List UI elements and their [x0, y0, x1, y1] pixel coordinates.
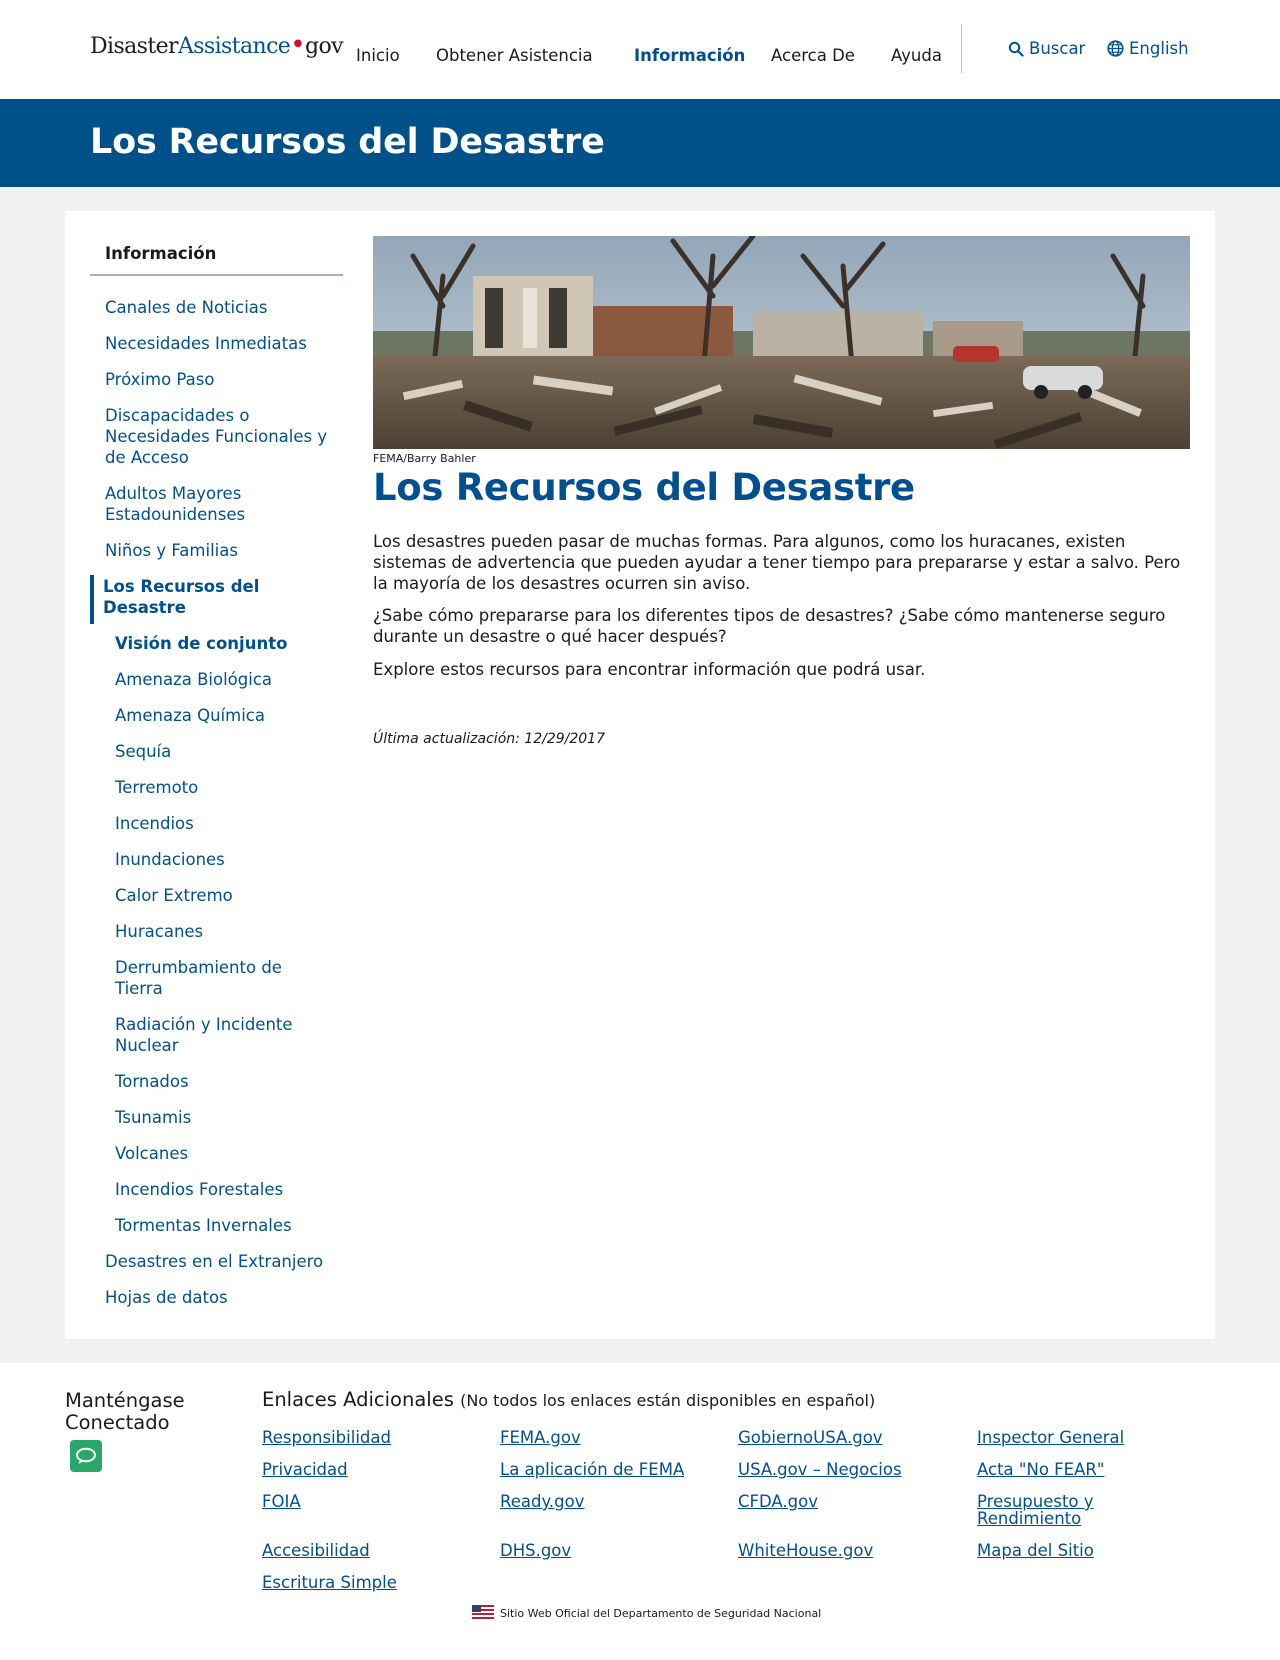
sidebar-item-desastres-en-el-extranjero[interactable]: Desastres en el Extranjero	[105, 1251, 323, 1272]
stay-connected-line: Manténgase	[65, 1389, 185, 1412]
sidebar-title: Información	[105, 244, 217, 263]
sidebar-item-label-line: Nuclear	[115, 1036, 179, 1055]
footer-link-accesibilidad[interactable]: Accesibilidad	[262, 1542, 370, 1559]
footer-link-gobiernousa[interactable]: GobiernoUSA.gov	[738, 1429, 883, 1446]
sidebar-item-label-line: Adultos Mayores	[105, 484, 242, 503]
official-site-text: Sitio Web Oficial del Departamento de Se…	[500, 1607, 822, 1620]
search-label: Buscar	[1029, 39, 1086, 58]
footer-link-ready[interactable]: Ready.gov	[500, 1493, 584, 1510]
us-flag-icon	[472, 1605, 494, 1622]
sidebar-subitem-huracanes[interactable]: Huracanes	[115, 921, 203, 942]
sidebar-subitem-radiacion-incidente-nuclear[interactable]: Radiación y Incidente Nuclear	[115, 1014, 293, 1056]
nav-acerca-de[interactable]: Acerca De	[771, 46, 855, 65]
nav-obtener-asistencia[interactable]: Obtener Asistencia	[436, 46, 593, 65]
sidebar-subitem-tormentas-invernales[interactable]: Tormentas Invernales	[115, 1215, 292, 1236]
sidebar-subitem-incendios-forestales[interactable]: Incendios Forestales	[115, 1179, 283, 1200]
sidebar-item-label-line: Estadounidenses	[105, 505, 246, 524]
sidebar-item-adultos-mayores[interactable]: Adultos Mayores Estadounidenses	[105, 483, 245, 525]
sidebar-item-ninos-y-familias[interactable]: Niños y Familias	[105, 540, 238, 561]
sidebar-active-indicator	[90, 575, 94, 624]
footer-link-label-line: Presupuesto y	[977, 1492, 1094, 1511]
sidebar-item-label-line: Desastre	[103, 598, 186, 617]
nav-divider	[961, 24, 962, 73]
footer-link-presupuesto-rendimiento[interactable]: Presupuesto y Rendimiento	[977, 1493, 1094, 1527]
official-site-notice: Sitio Web Oficial del Departamento de Se…	[472, 1605, 821, 1622]
chat-bubble-icon[interactable]	[70, 1440, 102, 1472]
sidebar-subitem-tsunamis[interactable]: Tsunamis	[115, 1107, 191, 1128]
sidebar-subitem-volcanes[interactable]: Volcanes	[115, 1143, 188, 1164]
sidebar-item-hojas-de-datos[interactable]: Hojas de datos	[105, 1287, 228, 1308]
sidebar-item-label-line: de Acceso	[105, 448, 189, 467]
footer-link-foia[interactable]: FOIA	[262, 1493, 301, 1510]
sidebar-subitem-terremoto[interactable]: Terremoto	[115, 777, 198, 798]
footer-link-escritura-simple[interactable]: Escritura Simple	[262, 1574, 397, 1591]
sidebar-item-discapacidades[interactable]: Discapacidades o Necesidades Funcionales…	[105, 405, 327, 468]
sidebar-subitem-tornados[interactable]: Tornados	[115, 1071, 189, 1092]
intro-paragraph: Los desastres pueden pasar de muchas for…	[373, 532, 1181, 593]
footer-link-no-fear-act[interactable]: Acta "No FEAR"	[977, 1461, 1104, 1478]
sidebar-item-label-line: Necesidades Funcionales y	[105, 427, 328, 446]
questions-paragraph: ¿Sabe cómo prepararse para los diferente…	[373, 606, 1166, 646]
page-title: Los Recursos del Desastre	[373, 466, 915, 509]
sidebar-divider	[90, 274, 343, 276]
footer-link-privacidad[interactable]: Privacidad	[262, 1461, 348, 1478]
sidebar-subitem-vision-de-conjunto[interactable]: Visión de conjunto	[115, 633, 287, 654]
last-updated: Última actualización: 12/29/2017	[373, 731, 605, 747]
footer-link-cfda[interactable]: CFDA.gov	[738, 1493, 818, 1510]
sidebar-subitem-derrumbamiento-de-tierra[interactable]: Derrumbamiento de Tierra	[115, 957, 282, 999]
sidebar-subitem-amenaza-biologica[interactable]: Amenaza Biológica	[115, 669, 272, 690]
nav-inicio[interactable]: Inicio	[356, 46, 400, 65]
explore-paragraph: Explore estos recursos para encontrar in…	[373, 660, 926, 679]
footer-link-inspector-general[interactable]: Inspector General	[977, 1429, 1124, 1446]
search-icon	[1008, 41, 1024, 57]
search-link[interactable]: Buscar	[1008, 39, 1085, 58]
language-label: English	[1129, 39, 1189, 58]
sidebar-item-proximo-paso[interactable]: Próximo Paso	[105, 369, 214, 390]
globe-icon	[1107, 40, 1124, 57]
footer-link-mapa-del-sitio[interactable]: Mapa del Sitio	[977, 1542, 1094, 1559]
site-logo[interactable]: DisasterAssistance•gov	[90, 32, 344, 59]
footer-link-responsibilidad[interactable]: Responsibilidad	[262, 1429, 391, 1446]
sidebar-subitem-amenaza-quimica[interactable]: Amenaza Química	[115, 705, 265, 726]
footer-link-whitehouse[interactable]: WhiteHouse.gov	[738, 1542, 873, 1559]
sidebar-item-label-line: Discapacidades o	[105, 406, 250, 425]
footer-link-dhs[interactable]: DHS.gov	[500, 1542, 571, 1559]
sidebar-subitem-incendios[interactable]: Incendios	[115, 813, 194, 834]
sidebar-subitem-sequia[interactable]: Sequía	[115, 741, 171, 762]
additional-links-title: Enlaces Adicionales	[262, 1388, 454, 1411]
sidebar-item-necesidades-inmediatas[interactable]: Necesidades Inmediatas	[105, 333, 307, 354]
additional-links-note: (No todos los enlaces están disponibles …	[460, 1391, 876, 1410]
additional-links-heading: Enlaces Adicionales (No todos los enlace…	[262, 1388, 875, 1411]
sidebar-subitem-calor-extremo[interactable]: Calor Extremo	[115, 885, 233, 906]
hero-title: Los Recursos del Desastre	[90, 122, 605, 162]
nav-informacion[interactable]: Información	[634, 46, 745, 65]
footer-link-label-line: Rendimiento	[977, 1509, 1082, 1528]
nav-ayuda[interactable]: Ayuda	[891, 46, 942, 65]
footer-link-fema-app[interactable]: La aplicación de FEMA	[500, 1461, 684, 1478]
sidebar-subitem-inundaciones[interactable]: Inundaciones	[115, 849, 225, 870]
sidebar-item-los-recursos-del-desastre[interactable]: Los Recursos del Desastre	[103, 576, 259, 618]
sidebar-item-label-line: Derrumbamiento de	[115, 958, 282, 977]
disaster-damage-photo	[373, 236, 1190, 449]
footer-link-usa-negocios[interactable]: USA.gov – Negocios	[738, 1461, 902, 1478]
sidebar-item-canales-de-noticias[interactable]: Canales de Noticias	[105, 297, 268, 318]
logo-part-gov: gov	[304, 34, 344, 59]
logo-dot: •	[290, 30, 305, 60]
photo-credit: FEMA/Barry Bahler	[373, 452, 476, 465]
stay-connected-line: Conectado	[65, 1411, 170, 1434]
sidebar-item-label-line: Tierra	[115, 979, 163, 998]
sidebar-item-label-line: Los Recursos del	[103, 577, 260, 596]
footer-link-fema[interactable]: FEMA.gov	[500, 1429, 581, 1446]
language-toggle[interactable]: English	[1107, 39, 1189, 58]
logo-part-disaster: Disaster	[90, 34, 179, 59]
logo-part-assistance: Assistance	[177, 34, 291, 59]
sidebar-item-label-line: Radiación y Incidente	[115, 1015, 293, 1034]
stay-connected-heading: Manténgase Conectado	[65, 1390, 185, 1434]
